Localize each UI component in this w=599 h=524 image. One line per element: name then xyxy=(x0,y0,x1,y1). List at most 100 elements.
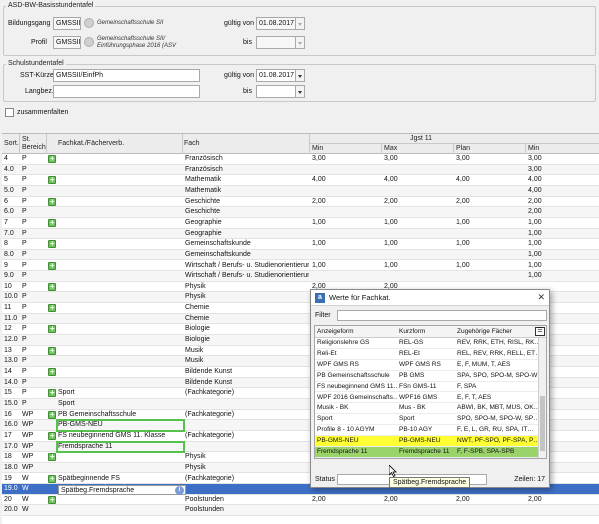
cell-anzeigeform: PB-GMS-NEU xyxy=(317,437,359,445)
bildungsgang-lookup-icon[interactable] xyxy=(84,18,94,28)
bis-field-1[interactable] xyxy=(256,36,296,49)
col-header-fach[interactable]: Fach xyxy=(184,140,200,148)
list-item[interactable]: PB Gemeinschaftsschule PB GMS SPA, SPO, SP… xyxy=(315,371,539,382)
werte-table-scrollbar[interactable] xyxy=(538,338,546,458)
profil-lookup-icon[interactable] xyxy=(84,37,94,47)
table-row[interactable]: 20 W Poolstunden 2,00 2,00 2,00 2,00 xyxy=(2,495,599,506)
add-row-icon[interactable] xyxy=(48,218,56,228)
cell-fach: (Fachkategorie) xyxy=(185,474,235,482)
list-item[interactable]: PB-GMS-NEU PB-GMS-NEU NWT, PF-SPO, PF-SPA,… xyxy=(315,436,539,447)
col-header-sort[interactable]: Sort. xyxy=(4,140,19,148)
add-row-icon[interactable] xyxy=(48,474,56,484)
sst-kuerzel-input[interactable]: GMSSII/EinfPh xyxy=(53,69,200,82)
table-row[interactable]: 6 P Geschichte 2,00 2,00 2,00 2,00 xyxy=(2,197,599,208)
table-row[interactable]: 20.0 W Poolstunden xyxy=(2,505,599,517)
schulstundentafel-legend: Schulstundentafel xyxy=(6,60,66,67)
list-item[interactable]: FS neubeginnend GMS 11… FSn GMS-11 F, SPA xyxy=(315,382,539,393)
list-item[interactable]: Spätbeg.FremdspracheSpätbeg.Fremdspr…F-S… xyxy=(315,457,539,459)
fachkat-edit-input[interactable]: Spätbeg.Fremdsprache i xyxy=(58,484,186,495)
cell-anzeigeform: Profile 8 - 10 AGYM xyxy=(317,426,375,434)
table-row[interactable]: 8.0 P Gemeinschaftskunde 1,00 xyxy=(2,249,599,261)
table-row[interactable]: 7 P Geographie 1,00 1,00 1,00 1,00 xyxy=(2,218,599,229)
add-row-icon[interactable] xyxy=(48,154,56,164)
add-row-icon[interactable] xyxy=(48,324,56,334)
list-item[interactable]: WPF GMS RS WPF GMS RS E, F, MUM, T, AES xyxy=(315,360,539,371)
table-row[interactable]: 5.0 P Mathematik 4,00 xyxy=(2,185,599,197)
col-header-min[interactable]: Min xyxy=(312,145,323,153)
add-row-icon[interactable] xyxy=(48,367,56,377)
profil-code-field[interactable]: GMSSII xyxy=(53,36,81,49)
add-row-icon[interactable] xyxy=(48,346,56,356)
gueltig-von-field-2[interactable]: 01.08.2017 xyxy=(256,69,296,82)
scrollbar-thumb[interactable] xyxy=(540,396,545,451)
table-row[interactable]: 4 P Französisch 3,00 3,00 3,00 3,00 xyxy=(2,154,599,165)
list-item[interactable]: Musik - BK Mus - BK ABWI, BK, MBT, MUS, OK… xyxy=(315,403,539,415)
cell-fachkat[interactable]: FS neubeginnend GMS 11. Klasse xyxy=(58,431,180,441)
cell-sort: 18.0 xyxy=(4,463,18,471)
cell-faecher: F, E, L, GR, RU, SPA, IT… xyxy=(457,426,534,434)
close-icon[interactable]: ✕ xyxy=(537,292,545,303)
list-item[interactable]: Fremdsprache 11 Fremdsprache 11 F, F-SPB, … xyxy=(315,447,539,458)
bis-dropdown-icon-1[interactable] xyxy=(296,36,305,49)
col-header-max[interactable]: Max xyxy=(384,145,397,153)
col-header-bereich-line1[interactable]: St. xyxy=(22,136,31,144)
add-row-icon[interactable] xyxy=(48,410,56,420)
zusammenfalten-checkbox[interactable] xyxy=(5,108,14,117)
table-row[interactable]: 9.0 P Wirtschaft / Berufs- u. Studienorien… xyxy=(2,271,599,282)
add-row-icon[interactable] xyxy=(48,388,56,398)
filter-input[interactable] xyxy=(337,310,547,321)
table-row[interactable]: 9 P Wirtschaft / Berufs- u. Studienorienti… xyxy=(2,261,599,272)
col-header-bereich-line2[interactable]: Bereich xyxy=(22,144,46,152)
gueltig-von-dropdown-icon-1[interactable] xyxy=(296,17,305,30)
cell-faecher: F-SPB, L-SPB, GR-SPB, RU… xyxy=(457,458,539,459)
gueltig-von-field-1[interactable]: 01.08.2017 xyxy=(256,17,296,30)
table-row[interactable]: 7.0 P Geographie 1,00 xyxy=(2,228,599,240)
bis-field-2[interactable] xyxy=(256,85,296,98)
col-header-anzeigeform[interactable]: Anzeigeform xyxy=(317,328,354,335)
add-row-icon[interactable] xyxy=(48,431,56,441)
list-item[interactable]: WPF 2016 Gemeinschafts… WPF16 GMS E, F, T,… xyxy=(315,393,539,404)
cell-sort: 4.0 xyxy=(4,165,14,173)
cell-sort: 14.0 xyxy=(4,378,18,386)
langbez-input[interactable] xyxy=(53,85,200,98)
list-item[interactable]: Religionslehre GS REL-GS REV, RRK, ETH, RI… xyxy=(315,338,539,349)
bildungsgang-code-field[interactable]: GMSSII xyxy=(53,17,81,30)
cell-fachkat[interactable]: Sport xyxy=(58,388,180,398)
add-row-icon[interactable] xyxy=(48,282,56,292)
table-row[interactable]: 5 P Mathematik 4,00 4,00 4,00 4,00 xyxy=(2,175,599,186)
col-header-fachkat[interactable]: Fachkat./Fächerverb. xyxy=(58,140,124,148)
werte-table-body: Religionslehre GS REL-GS REV, RRK, ETH, RI… xyxy=(315,338,539,458)
add-row-icon[interactable] xyxy=(48,452,56,462)
add-row-icon[interactable] xyxy=(48,197,56,207)
cell-faecher: ABWI, BK, MBT, MUS, OK… xyxy=(457,404,539,412)
table-row[interactable]: 6.0 P Geschichte 2,00 xyxy=(2,207,599,218)
cell-anzeigeform: PB Gemeinschaftsschule xyxy=(317,371,390,379)
list-item[interactable]: Reli-Et REL-Et REL, REV, RRK, RELL, ET… xyxy=(315,349,539,360)
gueltig-von-dropdown-icon-2[interactable] xyxy=(296,69,305,82)
table-row[interactable]: 4.0 P Französisch 3,00 xyxy=(2,164,599,176)
column-chooser-icon[interactable]: ☰ xyxy=(535,327,545,336)
cell-max: 2,00 xyxy=(384,495,398,503)
add-row-icon[interactable] xyxy=(48,495,56,505)
cell-min: 1,00 xyxy=(312,218,326,226)
table-row[interactable]: 8 P Gemeinschaftskunde 1,00 1,00 1,00 1,00 xyxy=(2,239,599,250)
werte-table-header: Anzeigeform Kurzform Zugehörige Fächer ☰ xyxy=(315,326,546,338)
cell-kurzform: Spätbeg.Fremdspr… xyxy=(399,458,455,459)
add-row-icon[interactable] xyxy=(48,239,56,249)
dialog-titlebar[interactable]: a Werte für Fachkat. ✕ xyxy=(311,290,549,306)
col-header-kurzform[interactable]: Kurzform xyxy=(399,328,425,335)
list-item[interactable]: Profile 8 - 10 AGYM PB-10 AGY F, E, L, GR,… xyxy=(315,425,539,437)
cell-fachkat[interactable]: Sport xyxy=(58,399,180,409)
col-header-min2[interactable]: Min xyxy=(528,145,539,153)
cell-fachkat[interactable]: PB Gemeinschaftsschule xyxy=(58,410,180,420)
add-row-icon[interactable] xyxy=(48,175,56,185)
add-row-icon[interactable] xyxy=(48,303,56,313)
add-row-icon[interactable] xyxy=(48,261,56,271)
col-header-jgst: Jgst 11 xyxy=(410,135,433,142)
info-icon[interactable]: i xyxy=(175,485,184,495)
col-header-faecher[interactable]: Zugehörige Fächer xyxy=(457,328,512,335)
bis-dropdown-icon-2[interactable] xyxy=(296,85,305,98)
list-item[interactable]: Sport Sport SPO, SPO-M, SPO-W, SP… xyxy=(315,414,539,426)
col-header-plan[interactable]: Plan xyxy=(456,145,470,153)
cell-fachkat[interactable]: Spätbeginnende FS xyxy=(58,474,180,484)
